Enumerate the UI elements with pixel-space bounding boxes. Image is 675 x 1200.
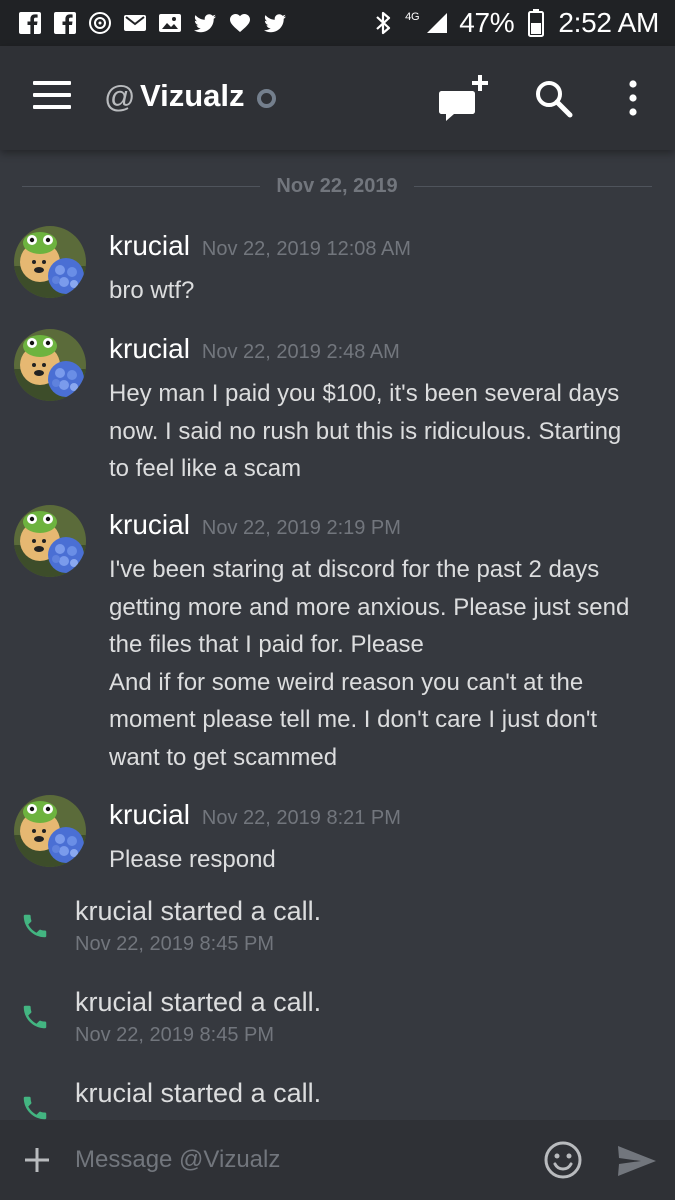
network-type: 4G <box>405 10 420 23</box>
page-title: Vizualz <box>140 78 245 113</box>
message-text: getting more and more anxious. Please ju… <box>109 593 630 621</box>
system-status: 4G 47% 2:52 AM <box>371 7 659 39</box>
notification-icons <box>18 8 287 38</box>
message-timestamp: Nov 22, 2019 12:08 AM <box>201 238 411 260</box>
call-event-text: krucial started a call. <box>75 896 322 926</box>
message-header: krucial Nov 22, 2019 8:21 PM <box>109 795 401 835</box>
mail-icon <box>123 11 147 35</box>
call-event: krucial started a call. Nov 22, 2019 8:4… <box>0 893 675 973</box>
at-symbol: @ <box>104 79 136 114</box>
signal-icon <box>425 11 449 35</box>
date-divider: Nov 22, 2019 <box>22 172 653 200</box>
message[interactable]: krucial Nov 22, 2019 8:21 PM Please respo… <box>0 795 675 875</box>
offline-status-icon <box>257 89 276 108</box>
hamburger-menu-icon[interactable] <box>33 81 71 113</box>
gallery-icon <box>158 11 182 35</box>
author-name[interactable]: krucial <box>109 799 190 830</box>
date-divider-label: Nov 22, 2019 <box>276 175 398 197</box>
message-text: bro wtf? <box>109 277 195 304</box>
more-vertical-icon <box>629 80 637 116</box>
send-button[interactable] <box>616 1144 658 1178</box>
message-content: bro wtf? <box>109 272 649 310</box>
message-timestamp: Nov 22, 2019 8:21 PM <box>201 807 401 829</box>
phone-icon <box>23 1005 47 1029</box>
message-text: And if for some weird reason you can't a… <box>109 668 584 696</box>
avatar[interactable] <box>14 329 86 401</box>
author-name[interactable]: krucial <box>109 509 190 540</box>
avatar[interactable] <box>14 795 86 867</box>
call-event-text: krucial started a call. <box>75 1078 322 1108</box>
message-text: Please respond <box>109 846 276 873</box>
call-event-timestamp: Nov 22, 2019 8:45 PM <box>75 933 275 955</box>
call-event-text: krucial started a call. <box>75 987 322 1017</box>
message-header: krucial Nov 22, 2019 12:08 AM <box>109 226 411 266</box>
message-timestamp: Nov 22, 2019 2:19 PM <box>201 517 401 539</box>
clock: 2:52 AM <box>558 7 659 38</box>
twitter-icon <box>193 11 217 35</box>
message-text: Hey man I paid you $100, it's been sever… <box>109 380 620 407</box>
more-options-button[interactable] <box>623 77 643 119</box>
message-content: Please respond <box>109 841 649 879</box>
emoji-icon <box>544 1141 582 1179</box>
call-event: krucial started a call. Nov 22, 2019 8:4… <box>0 984 675 1064</box>
message-content: Hey man I paid you $100, it's been sever… <box>109 375 649 488</box>
message-timestamp: Nov 22, 2019 2:48 AM <box>201 341 400 363</box>
plus-icon <box>25 1148 49 1172</box>
message-text: want to get scammed <box>109 743 338 771</box>
new-group-dm-button[interactable] <box>438 75 490 123</box>
message-input[interactable] <box>75 1142 505 1178</box>
call-event: krucial started a call. <box>0 1075 675 1120</box>
search-icon <box>536 81 573 118</box>
search-button[interactable] <box>533 78 575 120</box>
message-text: to feel like a scam <box>109 455 302 482</box>
battery-icon <box>524 9 548 37</box>
channel-header: @ Vizualz <box>0 46 675 150</box>
battery-percent: 47% <box>459 7 515 38</box>
music-icon <box>88 11 112 35</box>
heart-icon <box>228 11 252 35</box>
message-text: moment please tell me. I don't care I ju… <box>109 706 598 733</box>
divider-line <box>413 185 653 187</box>
message[interactable]: krucial Nov 22, 2019 12:08 AM bro wtf? <box>0 226 675 306</box>
message-composer <box>0 1120 675 1200</box>
message-header: krucial Nov 22, 2019 2:19 PM <box>109 505 401 545</box>
call-event-timestamp: Nov 22, 2019 8:45 PM <box>75 1024 275 1046</box>
phone-icon <box>23 1096 47 1120</box>
divider-line <box>22 185 261 187</box>
avatar[interactable] <box>14 226 86 298</box>
bluetooth-icon <box>371 11 395 35</box>
twitter-icon <box>263 11 287 35</box>
message-text: I've been staring at discord for the pas… <box>109 556 600 583</box>
message-text: now. I said no rush but this is ridiculo… <box>109 417 622 445</box>
message-text: the files that I paid for. Please <box>109 631 424 658</box>
emoji-button[interactable] <box>543 1140 583 1180</box>
facebook-icon <box>53 11 77 35</box>
message[interactable]: krucial Nov 22, 2019 2:48 AM Hey man I pa… <box>0 329 675 482</box>
message-list[interactable]: Nov 22, 2019 krucial Nov 22, 2019 12:08 … <box>0 150 675 1120</box>
author-name[interactable]: krucial <box>109 230 190 261</box>
avatar[interactable] <box>14 505 86 577</box>
add-attachment-button[interactable] <box>22 1145 52 1175</box>
facebook-icon <box>18 11 42 35</box>
status-bar: 4G 47% 2:52 AM <box>0 0 675 46</box>
message-header: krucial Nov 22, 2019 2:48 AM <box>109 329 400 369</box>
phone-icon <box>23 914 47 938</box>
author-name[interactable]: krucial <box>109 333 190 364</box>
new-message-icon <box>439 75 488 121</box>
message-content: I've been staring at discord for the pas… <box>109 551 649 776</box>
message[interactable]: krucial Nov 22, 2019 2:19 PM I've been st… <box>0 505 675 771</box>
send-icon <box>618 1146 656 1176</box>
